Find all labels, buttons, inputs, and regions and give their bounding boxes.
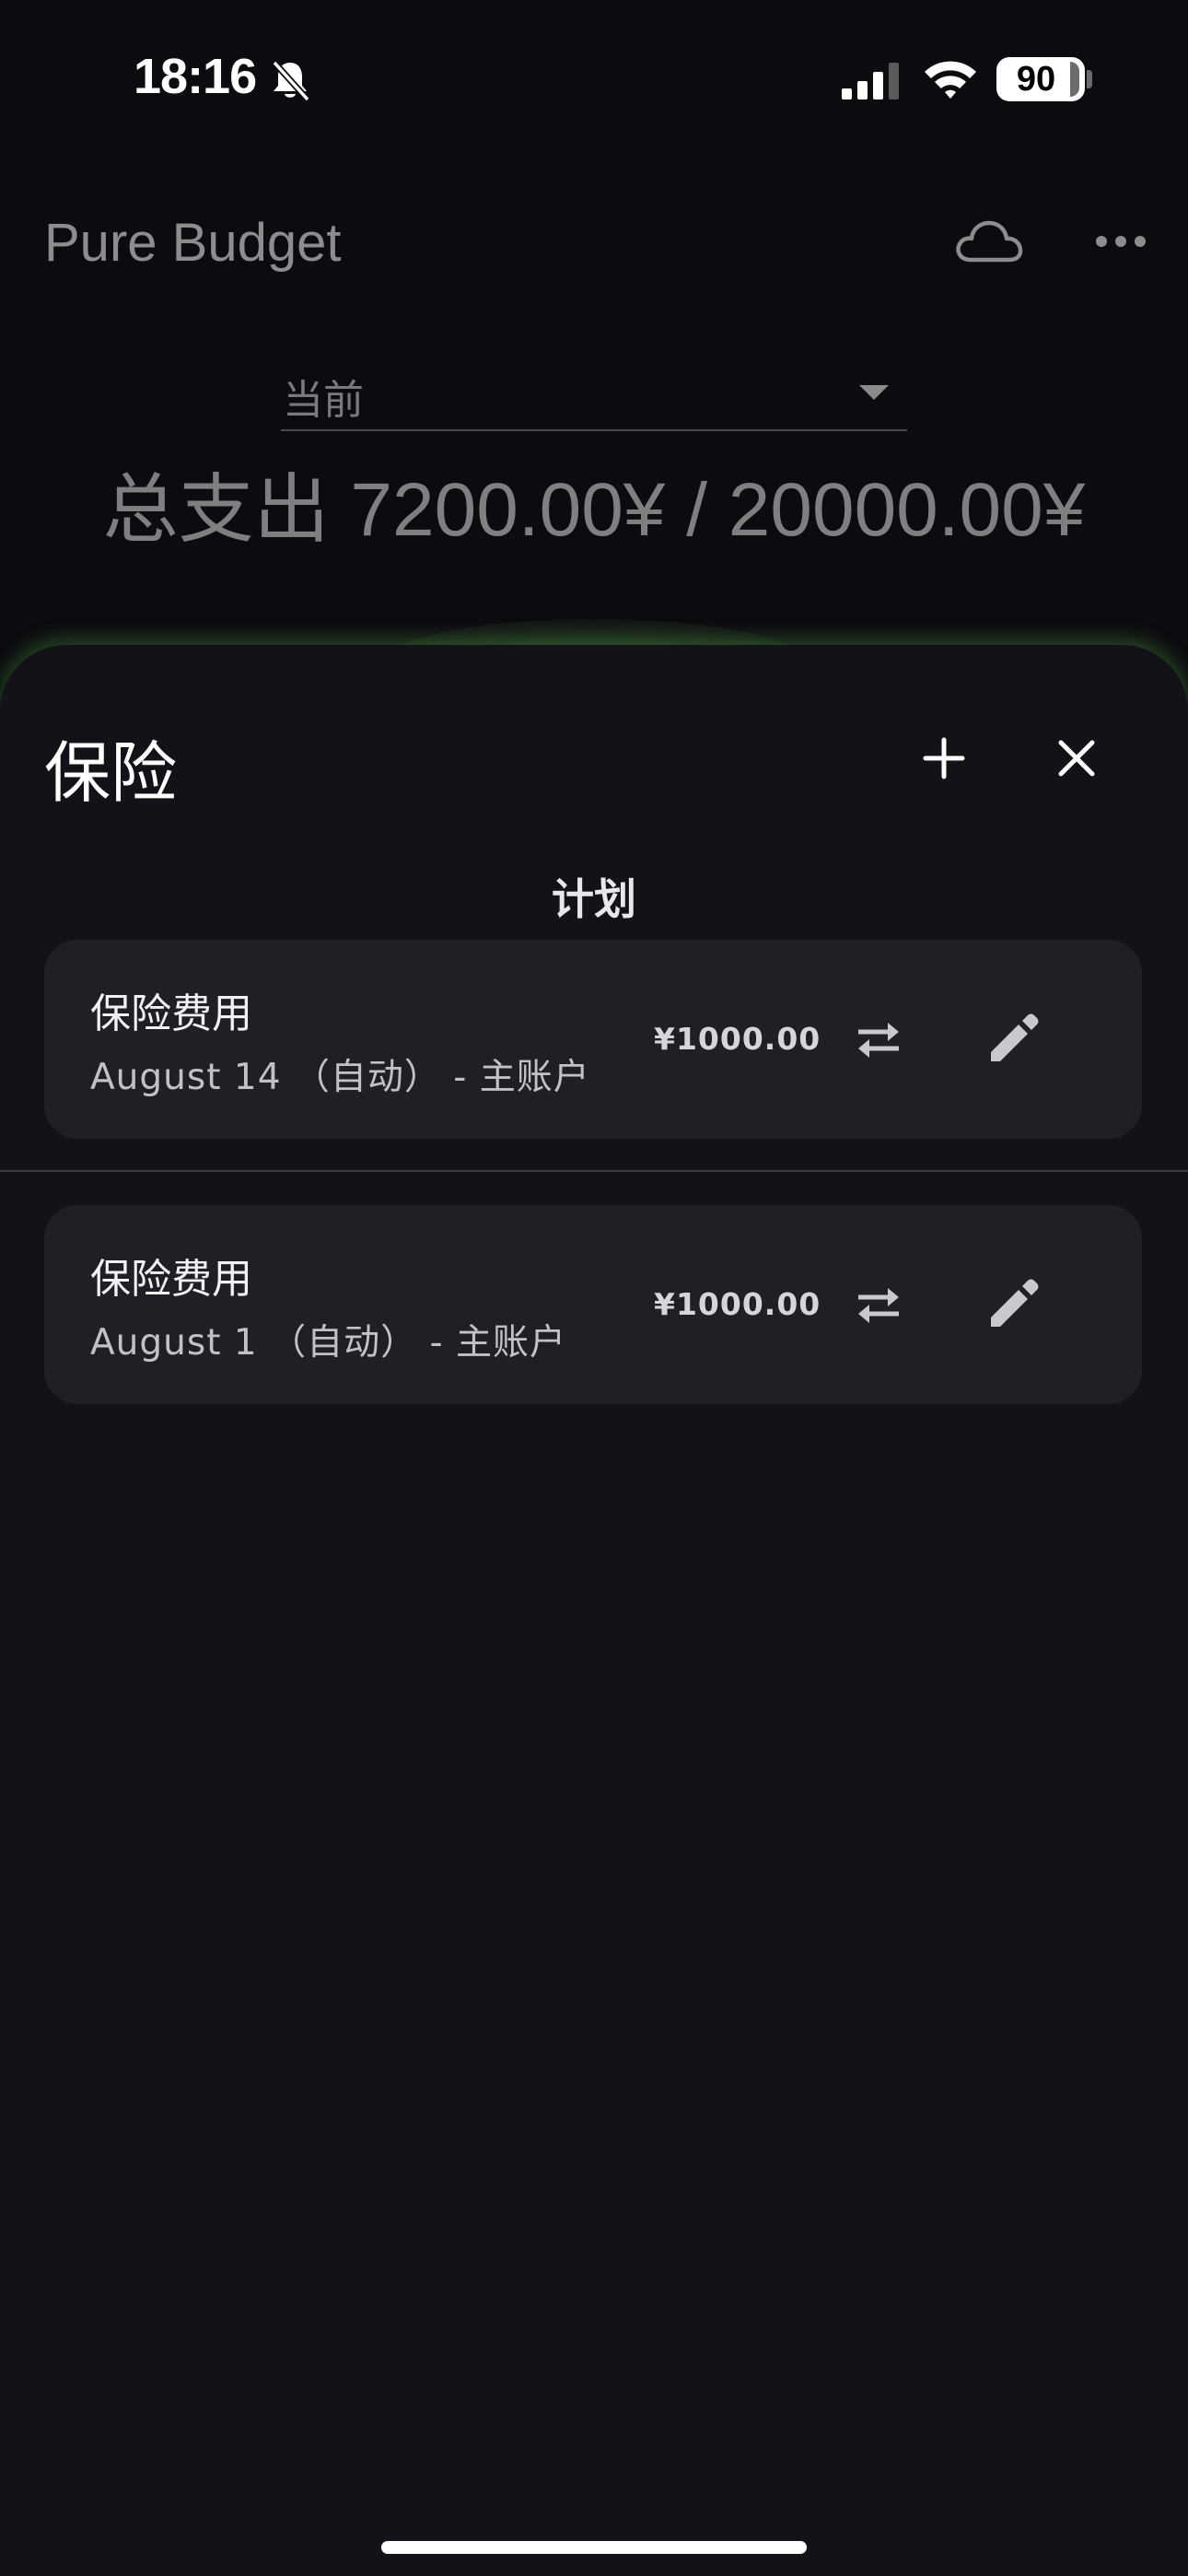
divider xyxy=(0,1170,1188,1172)
status-time: 18:16 xyxy=(134,49,257,104)
battery-level: 90 xyxy=(1016,59,1056,99)
cellular-signal-icon xyxy=(842,63,899,100)
plan-card[interactable]: 保险费用 August 1 （自动） - 主账户 ¥1000.00 xyxy=(44,1205,1142,1404)
plus-icon[interactable] xyxy=(912,726,976,790)
plan-name: 保险费用 xyxy=(90,1256,252,1303)
pencil-icon[interactable] xyxy=(980,1004,1046,1071)
plan-card[interactable]: 保险费用 August 14 （自动） - 主账户 ¥1000.00 xyxy=(44,940,1142,1139)
section-header-plans: 计划 xyxy=(552,874,636,924)
battery-nub xyxy=(1087,70,1092,88)
plan-detail: August 14 （自动） - 主账户 xyxy=(90,1057,590,1098)
plan-detail: August 1 （自动） - 主账户 xyxy=(90,1322,566,1364)
total-spending-summary: 总支出 7200.00¥ / 20000.00¥ xyxy=(102,468,1086,552)
pencil-icon[interactable] xyxy=(980,1270,1046,1336)
status-bar: 18:16 90 xyxy=(0,0,1188,157)
bell-slash-icon xyxy=(272,60,310,102)
period-select[interactable]: 当前 xyxy=(281,357,907,431)
sheet-title: 保险 xyxy=(44,734,178,812)
period-select-value: 当前 xyxy=(283,377,364,424)
plan-name: 保险费用 xyxy=(90,990,252,1037)
plan-amount: ¥1000.00 xyxy=(654,1286,821,1322)
app-background: Pure Budget 当前 总支出 7200.00¥ / 20000.00¥ xyxy=(0,157,1188,645)
transfer-arrows-icon[interactable] xyxy=(845,1271,912,1338)
app-title: Pure Budget xyxy=(44,213,342,273)
cloud-icon[interactable] xyxy=(952,214,1026,269)
transfer-arrows-icon[interactable] xyxy=(845,1006,912,1072)
more-horizontal-icon[interactable] xyxy=(1094,228,1147,254)
category-sheet: 保险 计划 xyxy=(0,645,1188,2576)
chevron-down-icon xyxy=(859,385,889,400)
close-icon[interactable] xyxy=(1044,726,1109,790)
home-indicator[interactable] xyxy=(381,2541,807,2554)
plan-amount: ¥1000.00 xyxy=(654,1021,821,1057)
wifi-icon xyxy=(925,61,976,99)
battery-icon: 90 xyxy=(996,57,1085,101)
